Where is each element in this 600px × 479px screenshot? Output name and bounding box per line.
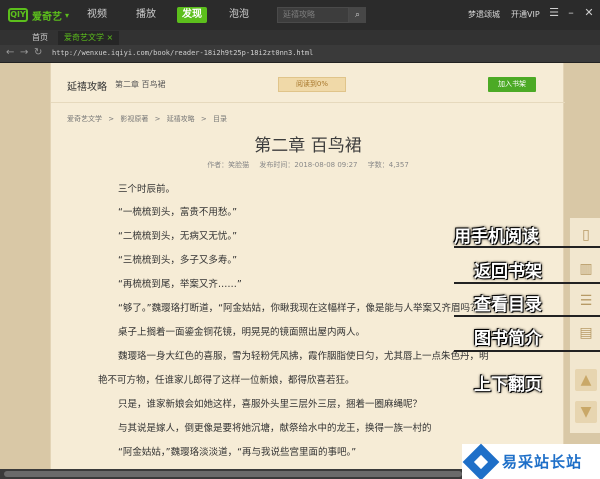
paragraph: 魏璎珞一身大红色的喜服，雪为轻粉凭风拂，霞作胭脂使日匀，尤其唇上一点朱色丹，明 <box>118 351 489 362</box>
tab-strip: 首页 爱奇艺文学 × <box>0 30 600 45</box>
forward-arrow-icon[interactable]: → <box>20 47 28 58</box>
breadcrumb-item[interactable]: 爱奇艺文学 <box>67 115 102 123</box>
book-title[interactable]: 延禧攻略 <box>67 78 107 93</box>
breadcrumb: 爱奇艺文学 > 影视原著 > 延禧攻略 > 目录 <box>67 114 231 124</box>
nav-video[interactable]: 视频 <box>87 7 107 23</box>
paragraph: “够了。”魏璎珞打断道，“阿金姑姑，你瞅我现在这幅样子，像是能与人举案又齐眉吗？… <box>118 303 485 314</box>
user-name[interactable]: 梦遗颂城 <box>468 9 500 20</box>
paragraph: 与其说是嫁人，倒更像是要将她沉塘，献祭给水中的龙王，换得一族一村的 <box>118 423 432 434</box>
tab-iqiyi-literature[interactable]: 爱奇艺文学 × <box>58 31 120 45</box>
breadcrumb-item[interactable]: 延禧攻略 <box>167 115 195 123</box>
paragraph: “一梳梳到头，富贵不用愁。” <box>118 207 238 218</box>
paragraph: 艳不可方物，任谁家儿郎得了这样一位新娘，都得欣喜若狂。 <box>98 375 355 386</box>
arrow-up-icon[interactable]: ▲ <box>575 369 597 391</box>
book-header: 延禧攻略 第二章 百鸟裙 阅读到0% 加入书架 <box>51 63 565 103</box>
paragraph: “三梳梳到头，多子又多寿。” <box>118 255 238 266</box>
address-bar: ← → ↻ http://wenxue.iqiyi.com/book/reade… <box>0 45 600 63</box>
minimize-icon[interactable]: – <box>565 6 577 19</box>
paragraph: 只是，谁家新娘会如她这样，喜服外头里三层外三层，捆着一圈麻绳呢？ <box>118 399 423 410</box>
publish-time: 发布时间：2018-08-08 09:27 <box>259 161 358 169</box>
annotation-underline <box>454 282 600 284</box>
reading-progress: 阅读到0% <box>278 77 346 92</box>
close-icon[interactable]: ✕ <box>583 6 595 19</box>
paragraph: “再梳梳到尾，举案又齐……” <box>118 279 242 290</box>
search-icon[interactable]: ⌕ <box>349 7 366 23</box>
nav-bubble[interactable]: 泡泡 <box>229 7 249 23</box>
annotation-underline <box>454 246 600 248</box>
refresh-icon[interactable]: ↻ <box>34 47 42 58</box>
nav-play[interactable]: 播放 <box>136 7 156 23</box>
add-to-shelf-button[interactable]: 加入书架 <box>488 77 536 92</box>
phone-icon[interactable]: ▯ <box>575 224 597 246</box>
watermark-logo-icon <box>462 443 500 479</box>
annotation-underline <box>454 315 600 317</box>
tab-home[interactable]: 首页 <box>26 31 54 45</box>
logo-text: 爱奇艺 <box>32 11 62 23</box>
annotation-page-turn: 上下翻页 <box>474 375 542 395</box>
list-icon[interactable]: ☰ <box>575 290 597 312</box>
annotation-back-shelf: 返回书架 <box>474 262 542 282</box>
chapter-name: 第二章 百鸟裙 <box>115 80 166 89</box>
word-count: 字数：4,357 <box>367 161 409 169</box>
top-bar: QIY 爱奇艺 ▾ 视频 播放 发现 泡泡 延禧攻略 ⌕ 梦遗颂城 开通VIP … <box>0 0 600 30</box>
breadcrumb-separator: > <box>108 115 115 123</box>
vip-link[interactable]: 开通VIP <box>511 9 540 20</box>
annotation-view-toc: 查看目录 <box>474 295 542 315</box>
skin-icon[interactable]: ☰ <box>548 6 560 19</box>
bookshelf-icon[interactable]: ▥ <box>575 258 597 280</box>
annotation-mobile-read: 用手机阅读 <box>454 227 539 247</box>
app-logo[interactable]: QIY 爱奇艺 ▾ <box>8 6 69 24</box>
book-icon[interactable]: ▤ <box>575 322 597 344</box>
back-arrow-icon[interactable]: ← <box>6 47 14 58</box>
annotation-underline <box>454 350 600 352</box>
paragraph: 三个时辰前。 <box>118 184 176 195</box>
horizontal-scrollbar[interactable] <box>4 471 462 477</box>
watermark: 易采站长站 <box>462 443 600 479</box>
paragraph: “阿金姑姑，”魏璎珞淡淡道，“再与我说些宫里面的事吧。” <box>118 447 357 458</box>
nav-discover[interactable]: 发现 <box>177 7 207 23</box>
breadcrumb-separator: > <box>200 115 207 123</box>
iqiyi-logo-icon: QIY <box>8 8 28 22</box>
search-input[interactable]: 延禧攻略 <box>277 7 349 23</box>
watermark-text: 易采站长站 <box>502 453 583 471</box>
paragraph: 桌子上搁着一面鎏金铜花镜，明晃晃的镜面照出屋内两人。 <box>118 327 366 338</box>
author: 作者：笑脸猫 <box>207 161 250 169</box>
chapter-meta: 作者：笑脸猫 发布时间：2018-08-08 09:27 字数：4,357 <box>51 160 565 170</box>
breadcrumb-item[interactable]: 影视原著 <box>120 115 148 123</box>
url-field[interactable]: http://wenxue.iqiyi.com/book/reader-18i2… <box>52 49 313 57</box>
reader-toolbar: ▯ ▥ ☰ ▤ ▲ ▼ <box>569 218 600 433</box>
annotation-book-intro: 图书简介 <box>474 329 542 349</box>
breadcrumb-item[interactable]: 目录 <box>213 115 227 123</box>
breadcrumb-separator: > <box>154 115 161 123</box>
paragraph: “二梳梳到头，无病又无忧。” <box>118 231 238 242</box>
arrow-down-icon[interactable]: ▼ <box>575 401 597 423</box>
chapter-title: 第二章 百鸟裙 <box>254 136 362 156</box>
chevron-down-icon: ▾ <box>65 10 70 20</box>
